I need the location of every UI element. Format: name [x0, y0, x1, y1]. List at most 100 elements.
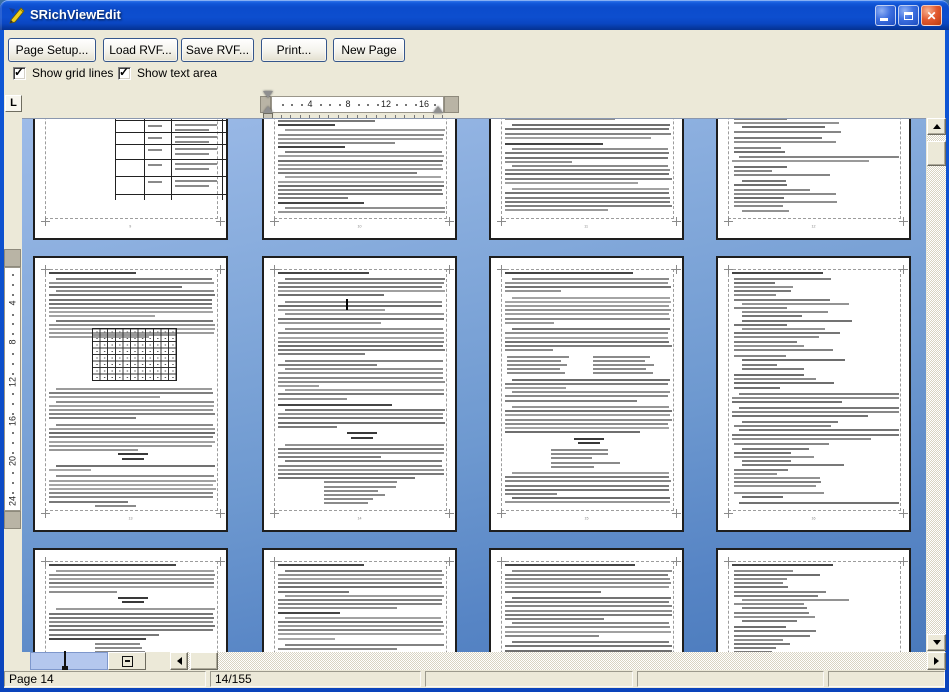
toolbar-button-page-setup[interactable]: Page Setup...: [8, 38, 96, 62]
page-20[interactable]: 20: [716, 548, 911, 652]
pages-viewport[interactable]: 9 10 11 12 13 14 15 16 17 18 19 20: [22, 118, 926, 652]
vruler-tick: [12, 393, 14, 395]
scroll-down-button[interactable]: [927, 634, 946, 651]
close-icon: ✕: [926, 10, 936, 22]
page-layout-view-button[interactable]: [40, 652, 66, 670]
window-title: SRichViewEdit: [30, 0, 121, 30]
hruler-tick: [396, 104, 398, 106]
hruler-tick: [329, 104, 331, 106]
status-panel-empty-3: [637, 671, 824, 687]
scroll-up-button[interactable]: [927, 118, 946, 135]
horizontal-scrollbar-row: [4, 652, 945, 670]
scroll-right-button[interactable]: [927, 652, 946, 670]
client-area: ✓ Show grid lines ✓ Show text area Page …: [4, 30, 945, 688]
page-9[interactable]: 9: [33, 118, 228, 240]
page-number-footer: 16: [718, 514, 909, 523]
vertical-scrollbar[interactable]: [927, 118, 946, 651]
show-grid-lines-checkbox[interactable]: ✓: [13, 67, 26, 80]
page-15[interactable]: 15: [489, 256, 684, 532]
toolbar-button-new-page[interactable]: New Page: [333, 38, 405, 62]
vruler-number: 4: [8, 297, 18, 308]
horizontal-scrollbar[interactable]: [170, 652, 946, 670]
page-13[interactable]: 13: [33, 256, 228, 532]
maximize-icon: [904, 12, 913, 20]
window-controls: ✕: [875, 5, 942, 26]
vruler-tick: [12, 482, 14, 484]
text-area-corner-mark: [672, 265, 681, 274]
hruler-tick: [301, 104, 303, 106]
hruler-tick: [358, 104, 360, 106]
page-17[interactable]: 17: [33, 548, 228, 652]
page-number-footer: 15: [491, 514, 682, 523]
show-text-area-option[interactable]: ✓ Show text area: [118, 66, 217, 80]
vruler-band: 4812162024: [4, 267, 21, 511]
vruler-tick: [12, 373, 14, 375]
right-indent-marker[interactable]: [433, 106, 443, 113]
vruler-bottom-cap: [4, 511, 21, 529]
toolbar: ✓ Show grid lines ✓ Show text area Page …: [4, 30, 945, 88]
toolbar-button-print[interactable]: Print...: [261, 38, 327, 62]
text-area-corner-mark: [445, 265, 454, 274]
vruler-tick: [12, 363, 14, 365]
toolbar-button-save-rvf[interactable]: Save RVF...: [181, 38, 254, 62]
vruler-tick: [12, 314, 14, 316]
framed-page-view-button[interactable]: [108, 652, 146, 670]
page-11[interactable]: 11: [489, 118, 684, 240]
app-icon richview-pen-icon[interactable]: [7, 6, 25, 24]
page-14[interactable]: 14: [262, 256, 457, 532]
first-line-indent-marker[interactable]: [263, 91, 273, 98]
text-area-corner-mark: [899, 557, 908, 566]
vruler-number: 20: [8, 456, 18, 467]
page-18[interactable]: 18: [262, 548, 457, 652]
show-text-area-checkbox[interactable]: ✓: [118, 67, 131, 80]
minimize-icon: [880, 18, 888, 21]
vruler-tick: [12, 403, 14, 405]
hanging-indent-marker[interactable]: [263, 106, 273, 113]
show-grid-lines-option[interactable]: ✓ Show grid lines: [13, 66, 113, 80]
text-area-corner-mark: [672, 557, 681, 566]
wordsearch-grid: [92, 328, 177, 381]
vruler-tick: [12, 442, 14, 444]
titlebar: SRichViewEdit ✕: [0, 0, 949, 30]
page-number-footer: 12: [718, 222, 909, 231]
vruler-number: 16: [8, 416, 18, 427]
status-panel-empty-2: [425, 671, 633, 687]
minimize-button[interactable]: [875, 5, 896, 26]
view-mode-panel: [30, 652, 108, 670]
page-12[interactable]: 12: [716, 118, 911, 240]
toolbar-button-load-rvf[interactable]: Load RVF...: [103, 38, 178, 62]
status-panel-page-counter: 14/155: [210, 671, 421, 687]
tab-selector-button[interactable]: L: [5, 95, 22, 112]
status-bar: Page 1414/155: [4, 670, 945, 688]
page-number-footer: 9: [35, 222, 226, 231]
page-10[interactable]: 10: [262, 118, 457, 240]
hruler-number: 12: [381, 99, 391, 109]
status-panel-page-label: Page 14: [4, 671, 206, 687]
hruler-tick: [415, 104, 417, 106]
vruler-tick: [12, 492, 14, 494]
vruler-tick: [12, 284, 14, 286]
scroll-left-button[interactable]: [170, 652, 188, 670]
page-number-footer: 13: [35, 514, 226, 523]
page-16[interactable]: 16: [716, 256, 911, 532]
hruler-tick: [405, 104, 407, 106]
vruler-number: 12: [8, 376, 18, 387]
vertical-scroll-thumb[interactable]: [927, 141, 946, 166]
page-number-footer: 14: [264, 514, 455, 523]
text-area-corner-mark: [445, 557, 454, 566]
page-number-footer: 11: [491, 222, 682, 231]
vruler-tick: [12, 294, 14, 296]
list-view-button[interactable]: [31, 652, 40, 670]
close-button[interactable]: ✕: [921, 5, 942, 26]
framed-page-view-icon: [122, 656, 133, 667]
text-area-boundary: [728, 118, 901, 219]
hruler-right-cap: [444, 96, 459, 113]
vruler-tick: [12, 413, 14, 415]
hruler-band: 481216: [271, 96, 444, 113]
hruler-number: 4: [307, 99, 312, 109]
vruler-number: 8: [8, 337, 18, 348]
horizontal-scroll-thumb[interactable]: [190, 652, 218, 670]
maximize-button[interactable]: [898, 5, 919, 26]
page-19[interactable]: 19: [489, 548, 684, 652]
hruler-number: 8: [345, 99, 350, 109]
